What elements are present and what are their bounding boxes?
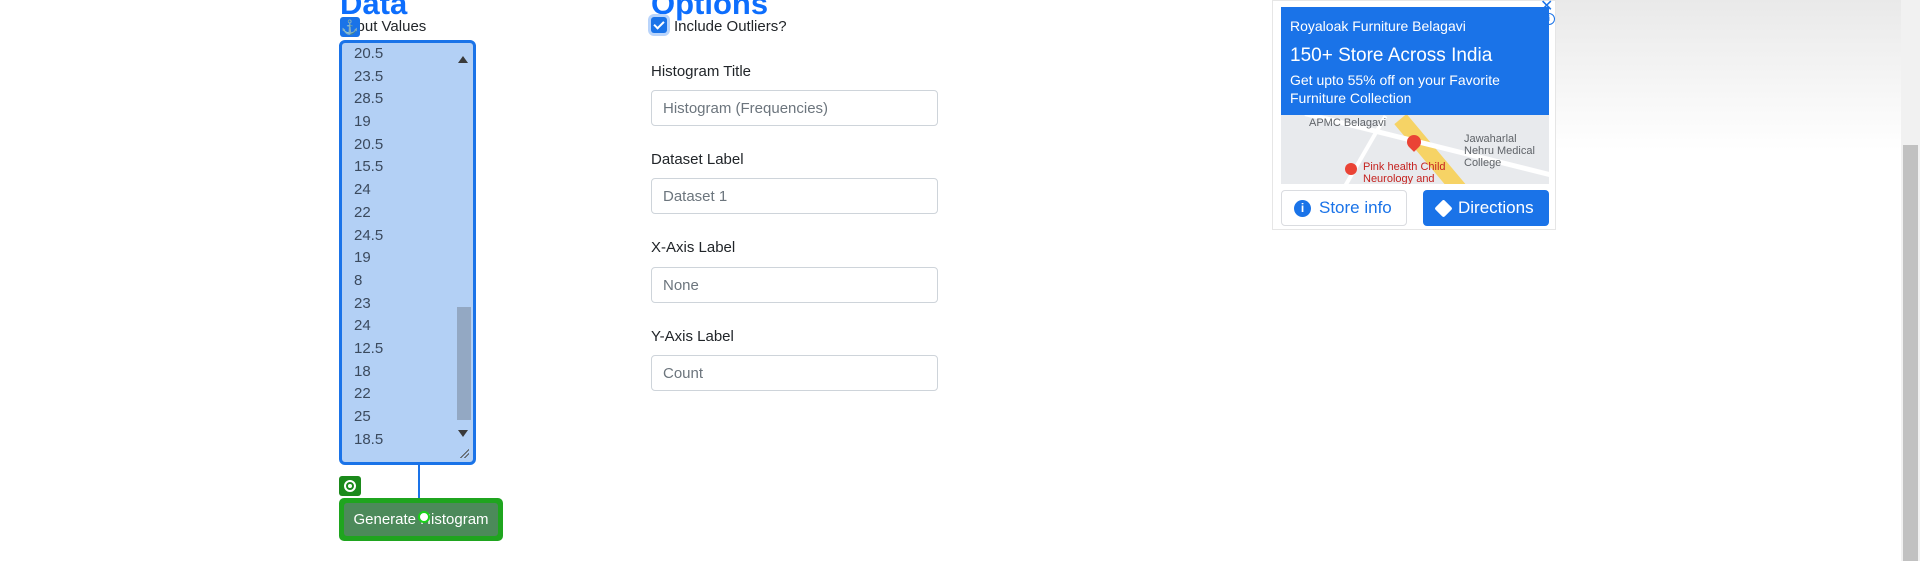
value-item: 19: [354, 113, 371, 131]
anchor-icon: ⚓: [340, 17, 360, 37]
ad-brand: Royaloak Furniture Belagavi: [1290, 18, 1466, 34]
value-item: 8: [354, 271, 363, 289]
x-axis-label-input[interactable]: [651, 267, 938, 303]
textarea-scrollbar[interactable]: [455, 48, 471, 455]
connector-line: [418, 465, 420, 499]
generate-histogram-button[interactable]: Generate Histogram: [339, 498, 503, 541]
scroll-down-icon[interactable]: [458, 430, 468, 437]
ad-panel[interactable]: Royaloak Furniture Belagavi 150+ Store A…: [1272, 0, 1556, 230]
map-pin-icon: [1345, 163, 1357, 175]
value-item: 12.5: [354, 339, 384, 357]
value-item: 15.5: [354, 158, 384, 176]
value-item: 20.5: [354, 135, 384, 153]
directions-button[interactable]: Directions: [1423, 190, 1549, 226]
map-label: Pink health Child Neurology and: [1363, 161, 1446, 184]
value-item: 24: [354, 181, 371, 199]
include-outliers-label: Include Outliers?: [674, 18, 787, 35]
cursor-marker-icon: [418, 511, 430, 523]
check-icon: [653, 18, 665, 30]
input-values-textarea[interactable]: 20.5 23.5 28.5 19 20.5 15.5 24 22 24.5 19 8 23 24 12.…: [339, 40, 476, 465]
store-info-label: Store info: [1319, 198, 1392, 217]
value-item: 18.5: [354, 430, 384, 448]
map-label: APMC Belagavi: [1309, 117, 1387, 129]
page-scroll-thumb[interactable]: [1903, 145, 1918, 561]
value-item: 28.5: [354, 90, 384, 108]
directions-label: Directions: [1458, 198, 1534, 217]
ad-description: Get upto 55% off on your Favorite Furnit…: [1290, 72, 1500, 106]
ad-info-icon[interactable]: i: [1543, 13, 1555, 25]
scroll-up-icon[interactable]: [458, 56, 468, 63]
value-item: 18: [354, 362, 371, 380]
value-item: 22: [354, 203, 371, 221]
directions-icon: [1434, 198, 1453, 218]
value-item: 25: [354, 408, 371, 425]
value-item: 23.5: [354, 67, 384, 85]
info-icon: i: [1294, 199, 1311, 217]
ad-headline: 150+ Store Across India: [1290, 45, 1493, 66]
histogram-title-label: Histogram Title: [651, 63, 752, 80]
resize-grip-icon[interactable]: [459, 448, 469, 458]
map-label: Jawaharlal Nehru Medical College: [1464, 133, 1535, 169]
y-axis-label-label: Y-Axis Label: [651, 328, 734, 345]
value-item: 19: [354, 249, 371, 267]
histogram-title-input[interactable]: [651, 90, 938, 126]
value-item: 24: [354, 317, 371, 335]
x-axis-label-label: X-Axis Label: [651, 239, 736, 256]
ad-header[interactable]: Royaloak Furniture Belagavi 150+ Store A…: [1281, 7, 1549, 115]
background-fade: [1556, 0, 1901, 150]
y-axis-label-input[interactable]: [651, 355, 938, 391]
dataset-label-input[interactable]: [651, 178, 938, 214]
value-item: 24.5: [354, 226, 384, 244]
include-outliers-checkbox[interactable]: [651, 17, 667, 33]
ad-map[interactable]: APMC Belagavi Jawaharlal Nehru Medical C…: [1281, 115, 1549, 184]
target-icon: [339, 476, 361, 496]
value-item: 23: [354, 294, 371, 312]
value-item: 20.5: [354, 45, 384, 62]
dataset-label-label: Dataset Label: [651, 151, 744, 168]
scroll-thumb[interactable]: [457, 307, 471, 420]
store-info-button[interactable]: i Store info: [1281, 190, 1407, 226]
values-list: 20.5 23.5 28.5 19 20.5 15.5 24 22 24.5 19 8 23 24 12.…: [354, 43, 383, 451]
value-item: 22: [354, 385, 371, 403]
